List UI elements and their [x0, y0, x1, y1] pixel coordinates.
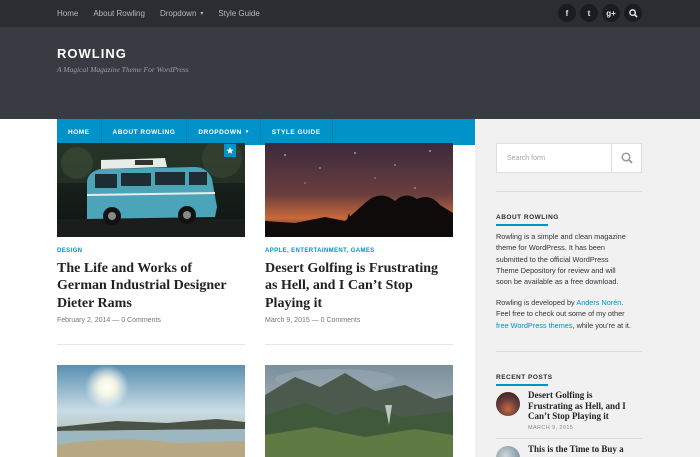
post-meta: March 9, 2015 — 0 Comments [265, 317, 360, 324]
primary-nav-label: ABOUT ROWLING [112, 128, 176, 136]
post-comments-link[interactable]: 0 Comments [321, 317, 361, 324]
search-button[interactable] [612, 143, 642, 173]
post-comments-link[interactable]: 0 Comments [121, 317, 161, 324]
post-title-line: Desert Golfing is Frustrating [265, 261, 439, 276]
about-paragraph-2: Rowling is developed by Anders Norén. Fe… [496, 298, 631, 330]
post-thumbnail-mountains[interactable] [265, 365, 453, 457]
post-meta: February 2, 2014 — 0 Comments [57, 317, 161, 324]
primary-nav-home[interactable]: HOME [57, 119, 102, 145]
primary-nav-label: HOME [68, 128, 90, 136]
recent-post-item[interactable]: This is the Time to Buy a [496, 444, 642, 457]
post-title-line: The Life and Works of [57, 261, 193, 276]
search-form: Search form [496, 143, 642, 173]
widget-title-recent: RECENT POSTS [496, 374, 553, 386]
title-underline [496, 224, 548, 226]
post-thumbnail-beach[interactable] [57, 365, 245, 457]
search-input[interactable]: Search form [496, 143, 612, 173]
facebook-icon[interactable]: f [558, 4, 576, 22]
post-category[interactable]: DESIGN [57, 248, 82, 254]
top-nav-about[interactable]: About Rowling [93, 9, 145, 18]
recent-post-item[interactable]: Desert Golfing is Frustrating as Hell, a… [496, 390, 642, 431]
site-description: A Magical Magazine Theme For WordPress [57, 65, 189, 74]
primary-nav-style-guide[interactable]: STYLE GUIDE [261, 119, 333, 145]
top-nav-label: Dropdown [159, 9, 197, 18]
post-category[interactable]: APPLE, ENTERTAINMENT, GAMES [265, 248, 375, 254]
sidebar: Search form ABOUT ROWLING Rowling is a s… [475, 119, 700, 457]
primary-nav-label: DROPDOWN [198, 128, 242, 136]
list-divider [496, 438, 642, 439]
post-thumbnail-night-sky[interactable] [265, 143, 453, 237]
site-title[interactable]: ROWLING [57, 46, 127, 61]
top-bar: Home About Rowling Dropdown ▾ Style Guide… [0, 0, 700, 27]
top-navigation: Home About Rowling Dropdown ▾ Style Guide [57, 0, 275, 27]
recent-post-thumbnail [496, 392, 520, 416]
site-header: ROWLING A Magical Magazine Theme For Wor… [0, 27, 700, 145]
primary-nav-label: STYLE GUIDE [271, 128, 321, 136]
widget-divider [496, 351, 642, 352]
widget-divider [496, 191, 642, 192]
author-link[interactable]: Anders Norén [576, 298, 621, 307]
post-divider [265, 344, 453, 345]
social-links: f t g+ [554, 4, 642, 22]
post-date[interactable]: February 2, 2014 [57, 317, 110, 324]
post-title-line: as Hell, and I Can’t Stop [265, 278, 413, 294]
title-underline [496, 384, 548, 386]
top-nav-dropdown[interactable]: Dropdown ▾ [160, 9, 203, 18]
about-paragraph: Rowling is a simple and clean magazine t… [496, 232, 626, 287]
meta-separator: — [110, 317, 122, 324]
chevron-down-icon: ▾ [200, 11, 204, 17]
post-title-line: Playing it [265, 295, 323, 311]
search-icon [620, 152, 633, 164]
post-title[interactable]: Desert Golfing is Frustrating as Hell, a… [265, 260, 453, 312]
post-title-line: German Industrial Designer [57, 278, 227, 294]
recent-post-title: This is the Time to Buy a [528, 444, 624, 454]
themes-link[interactable]: free WordPress themes [496, 321, 573, 330]
google-plus-icon[interactable]: g+ [602, 4, 620, 22]
post-title[interactable]: The Life and Works of German Industrial … [57, 260, 245, 312]
post-title-line: Dieter Rams [57, 295, 132, 311]
recent-post-title: Desert Golfing is Frustrating as Hell, a… [528, 390, 626, 421]
post-date[interactable]: March 9, 2015 [265, 317, 310, 324]
bookmark-icon [224, 144, 236, 157]
top-nav-label: Style Guide [218, 9, 260, 18]
top-nav-label: Home [57, 9, 79, 18]
top-nav-home[interactable]: Home [57, 9, 78, 18]
top-nav-label: About Rowling [93, 9, 145, 18]
meta-separator: — [309, 317, 321, 324]
primary-nav-dropdown[interactable]: DROPDOWN ▾ [187, 119, 261, 145]
post-divider [57, 344, 245, 345]
twitter-icon[interactable]: t [580, 4, 598, 22]
search-icon[interactable] [624, 4, 642, 22]
widget-title-about: ABOUT ROWLING [496, 214, 559, 226]
top-nav-style-guide[interactable]: Style Guide [218, 9, 259, 18]
chevron-down-icon: ▾ [245, 129, 249, 135]
recent-post-date: MARCH 9, 2015 [528, 424, 574, 431]
primary-nav-about[interactable]: ABOUT ROWLING [102, 119, 188, 145]
recent-post-thumbnail [496, 446, 520, 457]
post-thumbnail-van[interactable] [57, 143, 245, 237]
